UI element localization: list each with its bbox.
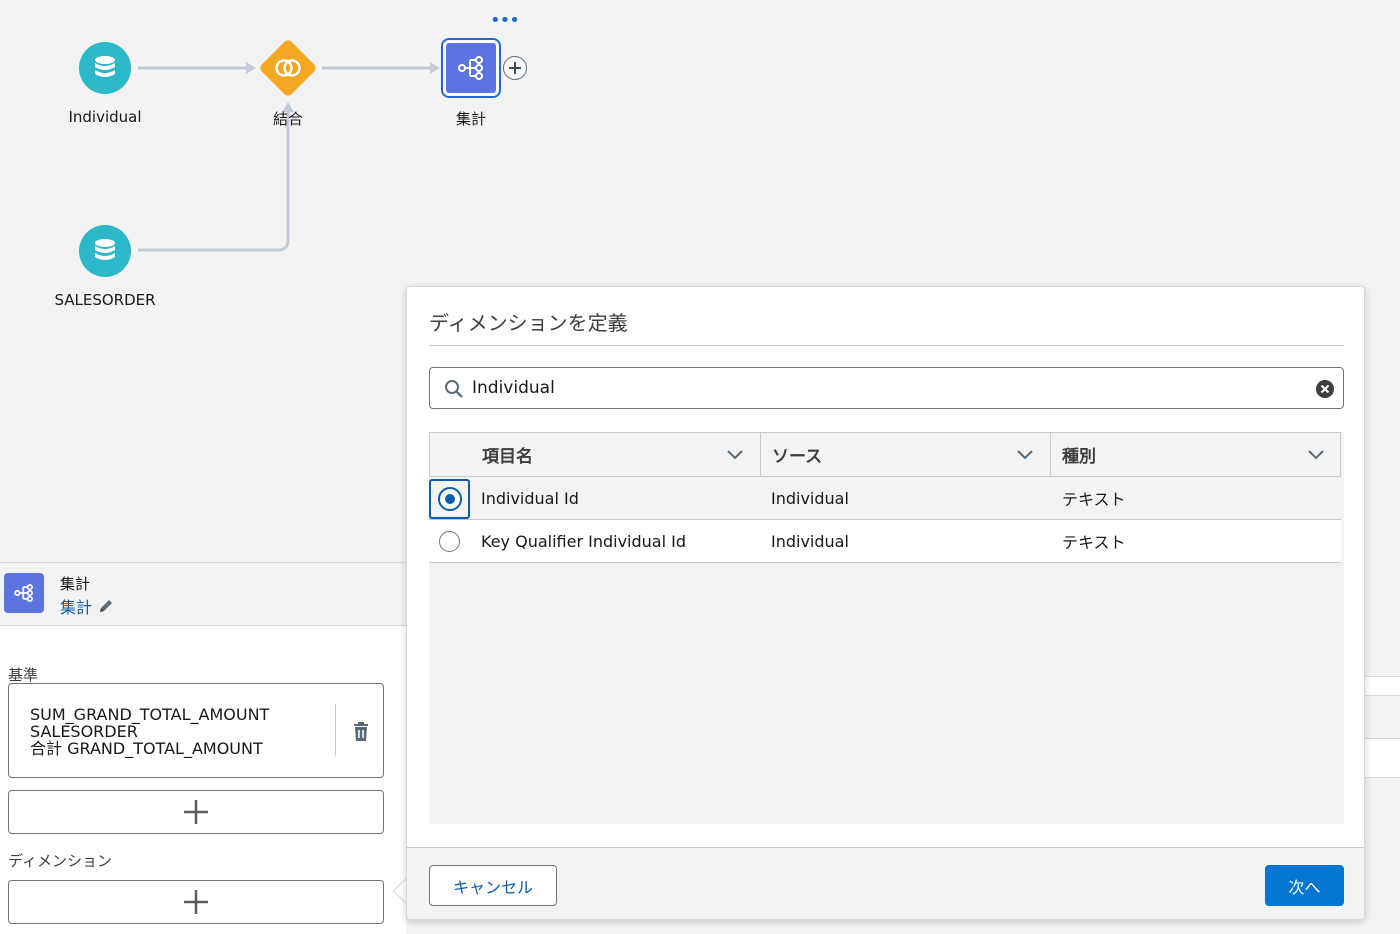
search-input[interactable]: Individual (472, 378, 555, 398)
title-divider (429, 345, 1344, 346)
column-divider (760, 433, 761, 476)
field-table: 項目名 ソース 種別 Individual Id Individual テキスト… (429, 432, 1344, 824)
radio-dot (444, 494, 455, 504)
add-node-button[interactable] (503, 56, 527, 80)
clear-search-icon[interactable] (1315, 379, 1335, 399)
delete-trash-icon[interactable] (351, 721, 371, 743)
column-header-label: 種別 (1062, 447, 1096, 467)
node-type-label: 集計 (60, 575, 91, 593)
column-header-field-name[interactable]: 項目名 (482, 433, 752, 476)
background-panel-edge (1365, 676, 1400, 778)
measures-section-label: 基準 (8, 666, 39, 684)
row-radio-selected[interactable] (429, 479, 470, 519)
cell-type: テキスト (1062, 490, 1126, 509)
chevron-down-icon[interactable] (726, 447, 744, 461)
panel-header: 集計 集計 (0, 563, 406, 626)
dialog-title: ディメンションを定義 (429, 311, 628, 335)
plus-icon (509, 62, 521, 74)
join-icon (267, 47, 309, 89)
search-field[interactable]: Individual (429, 367, 1344, 409)
search-icon (445, 380, 463, 398)
dimensions-section-label: ディメンション (8, 852, 112, 870)
aggregate-node[interactable] (443, 40, 499, 96)
table-row[interactable]: Key Qualifier Individual Id Individual テ… (429, 520, 1341, 563)
aggregate-icon (4, 573, 44, 613)
individual-node[interactable] (79, 42, 131, 94)
column-divider (1050, 433, 1051, 476)
aggregate-node-label: 集計 (455, 110, 487, 128)
measure-api-name: SUM_GRAND_TOTAL_AMOUNT (30, 705, 270, 724)
cell-source: Individual (771, 488, 849, 508)
database-icon (95, 56, 115, 77)
node-more-actions[interactable]: ••• (490, 10, 520, 31)
aggregate-icon (458, 56, 483, 80)
row-radio[interactable] (439, 531, 460, 552)
column-header-source[interactable]: ソース (772, 433, 1022, 476)
popover-pointer (392, 878, 407, 904)
node-properties-panel: 集計 集計 基準 SUM_GRAND_TOTAL_AMOUNT SALESORD… (0, 562, 406, 934)
measure-description: 合計 GRAND_TOTAL_AMOUNT (30, 739, 263, 758)
individual-node-label: Individual (68, 108, 142, 126)
node-name[interactable]: 集計 (60, 594, 114, 618)
database-icon (95, 239, 115, 260)
dialog-footer: キャンセル 次へ (407, 847, 1364, 919)
measure-divider (335, 704, 336, 756)
plus-icon (184, 890, 208, 914)
measure-details: SUM_GRAND_TOTAL_AMOUNT SALESORDER 合計 GRA… (30, 706, 269, 757)
background-panel-band (1365, 695, 1400, 739)
column-header-label: ソース (772, 447, 823, 467)
define-dimension-dialog: ディメンションを定義 Individual 項目名 ソース 種別 Individ… (406, 286, 1365, 920)
edit-pencil-icon[interactable] (98, 598, 114, 614)
measure-source: SALESORDER (30, 722, 138, 741)
cell-type: テキスト (1062, 533, 1126, 552)
cancel-button[interactable]: キャンセル (429, 865, 557, 906)
chevron-down-icon[interactable] (1307, 447, 1325, 461)
radio-outer (437, 487, 462, 511)
salesorder-node[interactable] (79, 225, 131, 277)
chevron-down-icon[interactable] (1016, 447, 1034, 461)
cell-source: Individual (771, 531, 849, 551)
table-header: 項目名 ソース 種別 (429, 432, 1341, 477)
plus-icon (184, 800, 208, 824)
add-measure-button[interactable] (8, 790, 384, 834)
salesorder-node-label: SALESORDER (54, 291, 156, 309)
add-dimension-button[interactable] (8, 880, 384, 924)
join-node-label: 結合 (272, 110, 304, 128)
table-row[interactable]: Individual Id Individual テキスト (429, 477, 1341, 520)
column-header-label: 項目名 (482, 447, 533, 467)
node-name-text: 集計 (60, 598, 93, 617)
column-header-type[interactable]: 種別 (1062, 433, 1302, 476)
next-button[interactable]: 次へ (1265, 865, 1344, 906)
cell-field-name: Key Qualifier Individual Id (481, 531, 686, 551)
measure-card[interactable]: SUM_GRAND_TOTAL_AMOUNT SALESORDER 合計 GRA… (8, 683, 384, 778)
cell-field-name: Individual Id (481, 488, 579, 508)
